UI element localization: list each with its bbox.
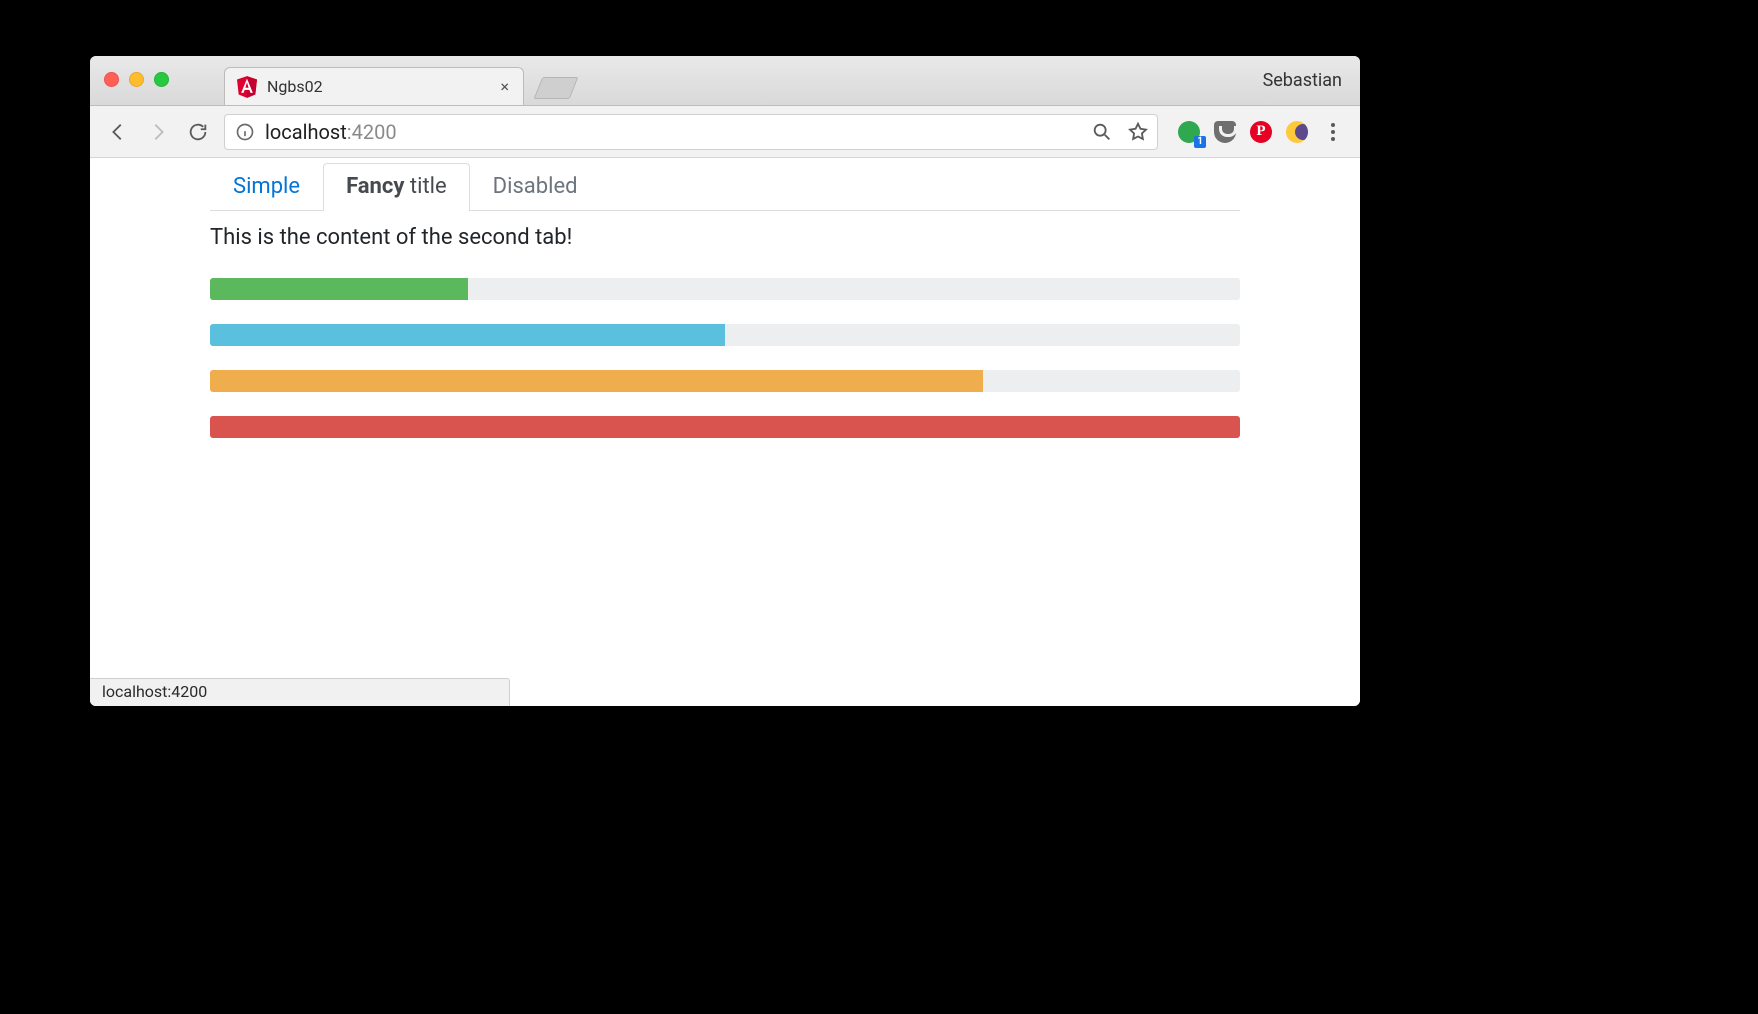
titlebar: Ngbs02 × Sebastian — [90, 56, 1360, 106]
tab-fancy-rest: title — [404, 174, 446, 199]
window-close[interactable] — [104, 72, 119, 87]
tab-simple[interactable]: Simple — [210, 163, 323, 211]
progress-bar-warning — [210, 370, 983, 392]
progress-warning — [210, 370, 1240, 392]
nav-tabs: Simple Fancy title Disabled — [210, 162, 1240, 211]
address-bar[interactable]: localhost:4200 — [224, 114, 1158, 150]
tab-fancy-title[interactable]: Fancy title — [323, 163, 470, 211]
status-bar: localhost:4200 — [90, 678, 510, 706]
progress-list — [210, 278, 1240, 438]
progress-bar-info — [210, 324, 725, 346]
progress-success — [210, 278, 1240, 300]
address-host: localhost — [265, 120, 347, 144]
browser-tabstrip: Ngbs02 × — [224, 56, 574, 105]
tab-fancy-bold: Fancy — [346, 174, 404, 199]
chrome-profile-name[interactable]: Sebastian — [1263, 70, 1342, 91]
extension-icons: 1 P — [1176, 119, 1346, 145]
page-root: Simple Fancy title Disabled This is the … — [210, 158, 1240, 438]
tab-disabled: Disabled — [470, 163, 601, 211]
extension-green-badge: 1 — [1194, 136, 1206, 148]
address-text: localhost:4200 — [265, 120, 397, 144]
extension-green[interactable]: 1 — [1176, 119, 1202, 145]
nav-back-button[interactable] — [104, 118, 132, 146]
tab-content-text: This is the content of the second tab! — [210, 211, 1240, 256]
angular-icon — [237, 76, 257, 98]
progress-bar-success — [210, 278, 468, 300]
zoom-icon[interactable] — [1089, 119, 1115, 145]
address-port: :4200 — [347, 120, 397, 144]
window-zoom[interactable] — [154, 72, 169, 87]
moon-icon[interactable] — [1284, 119, 1310, 145]
nav-reload-button[interactable] — [184, 118, 212, 146]
new-tab-button[interactable] — [534, 77, 579, 99]
nav-forward-button[interactable] — [144, 118, 172, 146]
pocket-icon[interactable] — [1212, 119, 1238, 145]
tab-disabled-label: Disabled — [493, 174, 578, 199]
viewport: Simple Fancy title Disabled This is the … — [90, 158, 1360, 706]
chrome-menu-icon[interactable] — [1320, 119, 1346, 145]
progress-danger — [210, 416, 1240, 438]
pinterest-icon[interactable]: P — [1248, 119, 1274, 145]
browser-toolbar: localhost:4200 1 P — [90, 106, 1360, 158]
progress-bar-danger — [210, 416, 1240, 438]
close-tab-icon[interactable]: × — [498, 77, 511, 96]
site-info-icon[interactable] — [235, 122, 255, 142]
window-controls — [104, 72, 169, 87]
browser-tab-title: Ngbs02 — [267, 77, 488, 96]
browser-window: Ngbs02 × Sebastian localhost:4200 — [90, 56, 1360, 706]
progress-info — [210, 324, 1240, 346]
window-minimize[interactable] — [129, 72, 144, 87]
tab-simple-label: Simple — [233, 174, 300, 199]
browser-tab[interactable]: Ngbs02 × — [224, 67, 524, 105]
bookmark-star-icon[interactable] — [1125, 119, 1151, 145]
